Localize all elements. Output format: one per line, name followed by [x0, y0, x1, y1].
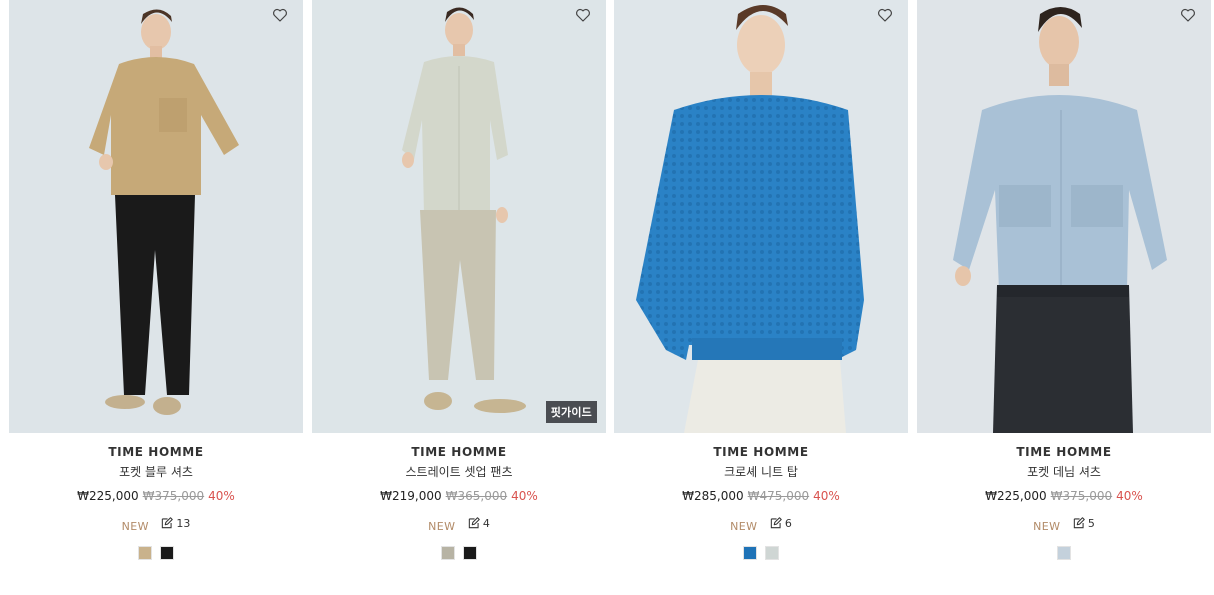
original-price: ₩365,000 [445, 489, 508, 503]
brand-name[interactable]: TIME HOMME [9, 445, 303, 459]
new-badge: NEW [121, 520, 149, 533]
product-grid: TIME HOMME 포켓 블루 셔츠 ₩225,000 ₩375,000 40% … [0, 0, 1214, 595]
price-row: ₩225,000 ₩375,000 40% [917, 489, 1211, 503]
sale-price: ₩225,000 [77, 489, 139, 503]
product-image[interactable] [614, 0, 908, 433]
price-row: ₩225,000 ₩375,000 40% [9, 489, 303, 503]
color-swatch[interactable] [138, 546, 152, 560]
new-badge: NEW [1033, 520, 1061, 533]
product-name[interactable]: 스트레이트 셋업 팬츠 [312, 463, 606, 480]
review-link[interactable]: 6 [769, 516, 792, 530]
review-link[interactable]: 5 [1072, 516, 1095, 530]
product-name[interactable]: 포켓 데님 셔츠 [917, 463, 1211, 480]
sale-price: ₩219,000 [380, 489, 442, 503]
discount-rate: 40% [208, 489, 235, 503]
color-swatch[interactable] [463, 546, 477, 560]
model-photo [9, 0, 303, 433]
meta-row: NEW 4 [312, 516, 606, 534]
product-card[interactable]: TIME HOMME 포켓 블루 셔츠 ₩225,000 ₩375,000 40% … [9, 0, 303, 560]
new-badge: NEW [428, 520, 456, 533]
product-image[interactable] [917, 0, 1211, 433]
product-image[interactable]: 핏가이드 [312, 0, 606, 433]
brand-name[interactable]: TIME HOMME [614, 445, 908, 459]
review-count: 6 [784, 516, 792, 530]
color-swatches [614, 546, 908, 560]
fit-guide-badge[interactable]: 핏가이드 [545, 401, 597, 423]
color-swatches [312, 546, 606, 560]
price-row: ₩285,000 ₩475,000 40% [614, 489, 908, 503]
model-photo [614, 0, 908, 433]
new-badge: NEW [730, 520, 758, 533]
heart-icon[interactable] [574, 6, 592, 24]
original-price: ₩375,000 [1050, 489, 1113, 503]
discount-rate: 40% [813, 489, 840, 503]
review-count: 4 [482, 516, 490, 530]
original-price: ₩475,000 [747, 489, 810, 503]
edit-icon [162, 517, 174, 529]
color-swatch[interactable] [441, 546, 455, 560]
color-swatch[interactable] [743, 546, 757, 560]
meta-row: NEW 5 [917, 516, 1211, 534]
product-card[interactable]: TIME HOMME 크로셰 니트 탑 ₩285,000 ₩475,000 40% … [614, 0, 908, 560]
model-photo [312, 0, 606, 433]
price-row: ₩219,000 ₩365,000 40% [312, 489, 606, 503]
product-image[interactable] [9, 0, 303, 433]
brand-name[interactable]: TIME HOMME [312, 445, 606, 459]
review-link[interactable]: 4 [467, 516, 490, 530]
product-card[interactable]: TIME HOMME 포켓 데님 셔츠 ₩225,000 ₩375,000 40% … [917, 0, 1211, 560]
edit-icon [770, 517, 782, 529]
review-count: 5 [1087, 516, 1095, 530]
model-photo [917, 0, 1211, 433]
color-swatch[interactable] [765, 546, 779, 560]
original-price: ₩375,000 [142, 489, 205, 503]
heart-icon[interactable] [1179, 6, 1197, 24]
product-card[interactable]: 핏가이드 TIME HOMME 스트레이트 셋업 팬츠 ₩219,000 ₩365… [312, 0, 606, 560]
review-count: 13 [176, 516, 191, 530]
brand-name[interactable]: TIME HOMME [917, 445, 1211, 459]
edit-icon [468, 517, 480, 529]
meta-row: NEW 6 [614, 516, 908, 534]
color-swatches [9, 546, 303, 560]
review-link[interactable]: 13 [160, 516, 190, 530]
sale-price: ₩285,000 [682, 489, 744, 503]
sale-price: ₩225,000 [985, 489, 1047, 503]
edit-icon [1073, 517, 1085, 529]
product-name[interactable]: 크로셰 니트 탑 [614, 463, 908, 480]
heart-icon[interactable] [876, 6, 894, 24]
product-name[interactable]: 포켓 블루 셔츠 [9, 463, 303, 480]
color-swatches [917, 546, 1211, 560]
color-swatch[interactable] [160, 546, 174, 560]
heart-icon[interactable] [271, 6, 289, 24]
color-swatch[interactable] [1057, 546, 1071, 560]
discount-rate: 40% [1116, 489, 1143, 503]
meta-row: NEW 13 [9, 516, 303, 534]
discount-rate: 40% [511, 489, 538, 503]
